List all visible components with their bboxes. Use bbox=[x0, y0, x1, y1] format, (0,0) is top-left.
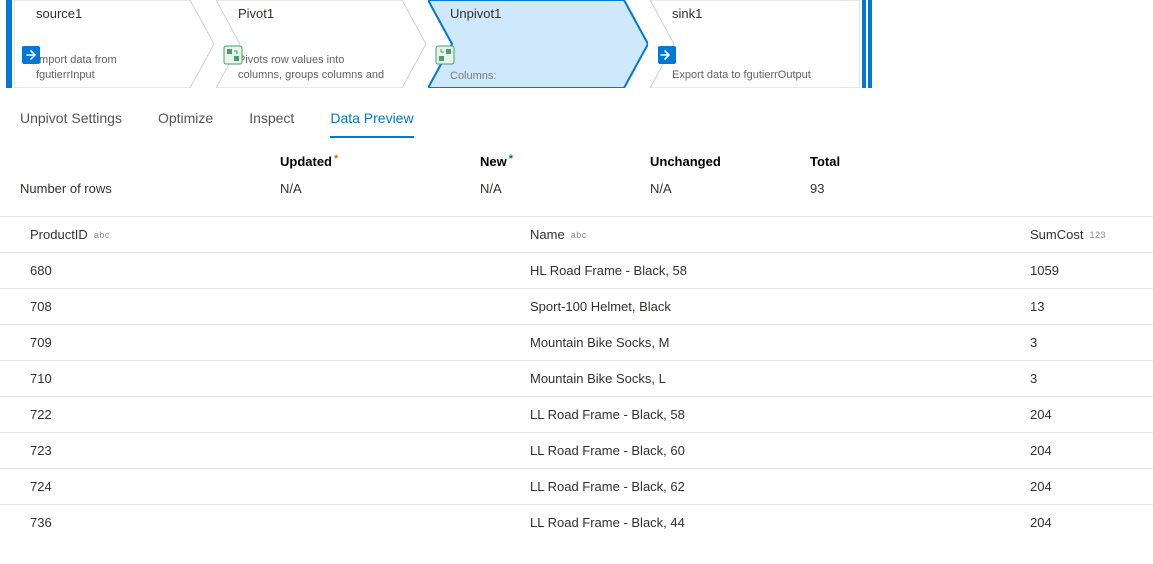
node-columns-label: Columns: bbox=[450, 70, 612, 82]
table-cell: HL Road Frame - Black, 58 bbox=[530, 263, 1030, 278]
node-title: Unpivot1 bbox=[450, 6, 612, 21]
stats-val-total: 93 bbox=[810, 181, 970, 196]
table-cell: 204 bbox=[1030, 443, 1153, 458]
table-row[interactable]: 723LL Road Frame - Black, 60204 bbox=[0, 432, 1153, 468]
table-cell: 204 bbox=[1030, 515, 1153, 530]
table-row[interactable]: 722LL Road Frame - Black, 58204 bbox=[0, 396, 1153, 432]
table-cell: 709 bbox=[30, 335, 530, 350]
table-cell: Mountain Bike Socks, M bbox=[530, 335, 1030, 350]
sink-icon bbox=[656, 44, 678, 66]
asterisk-icon: * bbox=[334, 153, 338, 165]
stats-val-new: N/A bbox=[480, 181, 650, 196]
table-cell: 204 bbox=[1030, 479, 1153, 494]
tab-strip: Unpivot Settings Optimize Inspect Data P… bbox=[0, 98, 1153, 138]
pipeline-node-source[interactable]: source1 Import data from fgutierrInput bbox=[14, 0, 214, 92]
table-cell: 723 bbox=[30, 443, 530, 458]
node-subtitle: Pivots row values into columns, groups c… bbox=[238, 53, 390, 82]
table-cell: 680 bbox=[30, 263, 530, 278]
pipeline-node-unpivot[interactable]: Unpivot1 Columns: bbox=[428, 0, 648, 92]
source-icon bbox=[20, 44, 42, 66]
pipeline-node-pivot[interactable]: Pivot1 Pivots row values into columns, g… bbox=[216, 0, 426, 92]
pipeline-end-bars bbox=[862, 0, 872, 88]
table-cell: 722 bbox=[30, 407, 530, 422]
table-cell: Mountain Bike Socks, L bbox=[530, 371, 1030, 386]
table-cell: 1059 bbox=[1030, 263, 1153, 278]
type-badge: abc bbox=[94, 230, 110, 240]
table-cell: 710 bbox=[30, 371, 530, 386]
table-cell: Sport-100 Helmet, Black bbox=[530, 299, 1030, 314]
type-badge: abc bbox=[571, 230, 587, 240]
table-cell: 3 bbox=[1030, 335, 1153, 350]
table-cell: 13 bbox=[1030, 299, 1153, 314]
pipeline-start-bar bbox=[6, 0, 12, 88]
table-cell: 204 bbox=[1030, 407, 1153, 422]
stats-header-total: Total bbox=[810, 154, 970, 169]
table-header-row: ProductIDabc Nameabc SumCost123 bbox=[0, 216, 1153, 252]
pivot-icon bbox=[222, 44, 244, 66]
table-cell: LL Road Frame - Black, 58 bbox=[530, 407, 1030, 422]
tab-optimize[interactable]: Optimize bbox=[158, 110, 213, 138]
table-cell: 736 bbox=[30, 515, 530, 530]
table-row[interactable]: 710Mountain Bike Socks, L3 bbox=[0, 360, 1153, 396]
table-cell: LL Road Frame - Black, 44 bbox=[530, 515, 1030, 530]
table-row[interactable]: 736LL Road Frame - Black, 44204 bbox=[0, 504, 1153, 540]
tab-unpivot-settings[interactable]: Unpivot Settings bbox=[20, 110, 122, 138]
asterisk-icon: * bbox=[509, 153, 513, 165]
col-header-sumcost[interactable]: SumCost123 bbox=[1030, 227, 1153, 242]
stats-header-unchanged: Unchanged bbox=[650, 154, 810, 169]
table-cell: 3 bbox=[1030, 371, 1153, 386]
stats-header-new: New* bbox=[480, 154, 650, 169]
col-header-name[interactable]: Nameabc bbox=[530, 227, 1030, 242]
pipeline-canvas[interactable]: source1 Import data from fgutierrInput P… bbox=[0, 0, 1153, 92]
table-row[interactable]: 708Sport-100 Helmet, Black13 bbox=[0, 288, 1153, 324]
stats-val-updated: N/A bbox=[280, 181, 480, 196]
unpivot-icon bbox=[434, 44, 456, 66]
table-row[interactable]: 709Mountain Bike Socks, M3 bbox=[0, 324, 1153, 360]
stats-header-updated: Updated* bbox=[280, 154, 480, 169]
table-cell: 724 bbox=[30, 479, 530, 494]
node-title: source1 bbox=[36, 6, 178, 21]
table-cell: LL Road Frame - Black, 62 bbox=[530, 479, 1030, 494]
tab-inspect[interactable]: Inspect bbox=[249, 110, 294, 138]
table-row[interactable]: 680HL Road Frame - Black, 581059 bbox=[0, 252, 1153, 288]
data-table: ProductIDabc Nameabc SumCost123 680HL Ro… bbox=[0, 216, 1153, 540]
pipeline-node-sink[interactable]: sink1 Export data to fgutierrOutput bbox=[650, 0, 860, 92]
node-title: Pivot1 bbox=[238, 6, 390, 21]
stats-panel: Updated* New* Unchanged Total Number of … bbox=[0, 138, 1153, 206]
table-cell: 708 bbox=[30, 299, 530, 314]
tab-data-preview[interactable]: Data Preview bbox=[330, 110, 413, 138]
node-title: sink1 bbox=[672, 6, 824, 21]
table-cell: LL Road Frame - Black, 60 bbox=[530, 443, 1030, 458]
col-header-productid[interactable]: ProductIDabc bbox=[30, 227, 530, 242]
stats-rowlabel: Number of rows bbox=[20, 181, 280, 196]
type-badge: 123 bbox=[1089, 230, 1106, 240]
node-subtitle: Export data to fgutierrOutput bbox=[672, 68, 824, 82]
node-subtitle: Import data from fgutierrInput bbox=[36, 53, 178, 82]
stats-val-unchanged: N/A bbox=[650, 181, 810, 196]
table-row[interactable]: 724LL Road Frame - Black, 62204 bbox=[0, 468, 1153, 504]
